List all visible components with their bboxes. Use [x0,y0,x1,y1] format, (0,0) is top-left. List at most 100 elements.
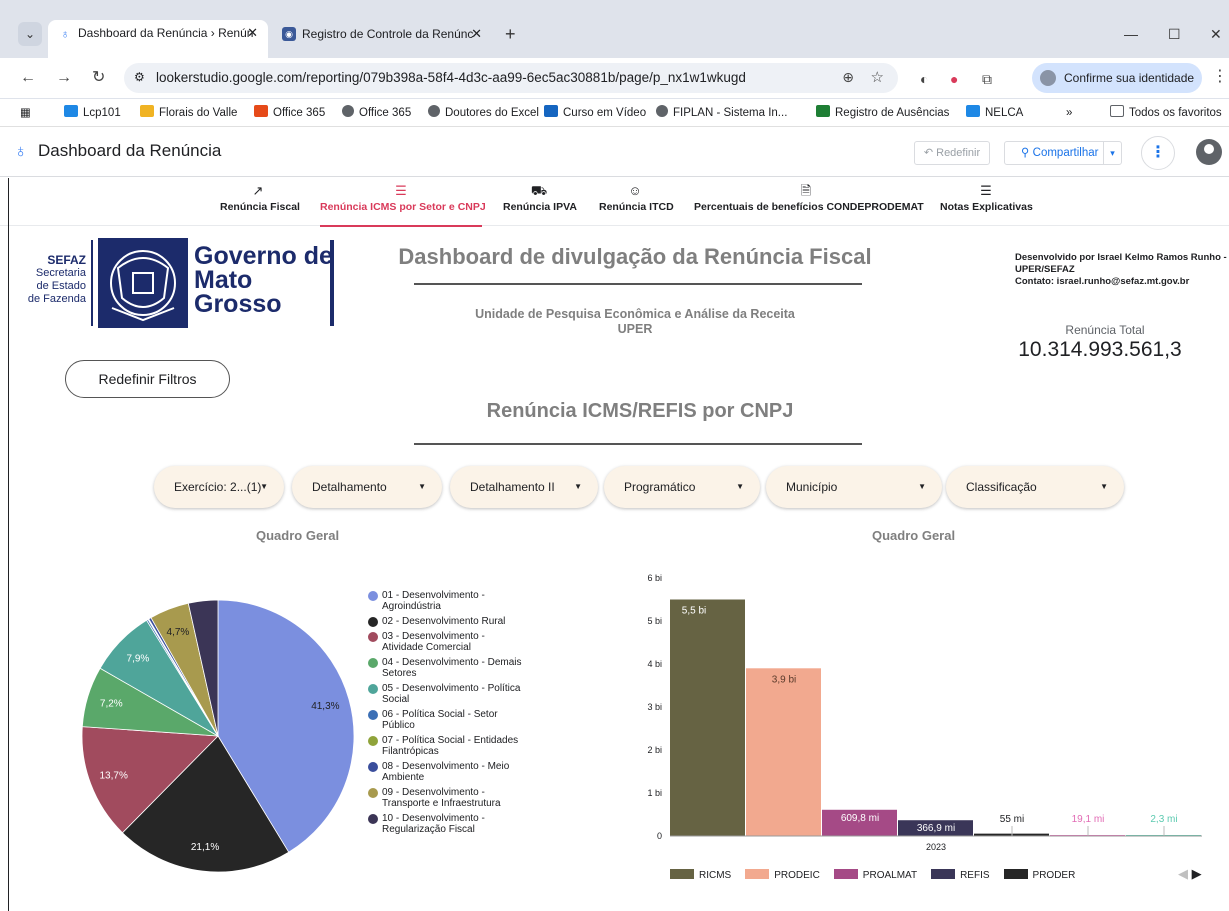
developer-info: Desenvolvido por Israel Kelmo Ramos Runh… [1015,252,1227,287]
bookmark-star-icon[interactable]: ☆ [871,68,884,86]
app-header: ♁ Dashboard da Renúncia ↶ Redefinir ⚲ Co… [0,127,1229,177]
legend-label: 05 - Desenvolvimento - Política Social [382,683,521,705]
legend-swatch-icon [670,869,694,879]
filter-municipio[interactable]: Município ▼ [766,466,942,508]
close-window-icon[interactable]: ✕ [1210,20,1222,48]
list-icon: ☰ [980,183,992,198]
bookmark-item[interactable]: NELCA [966,99,1023,127]
legend-item[interactable]: 10 - Desenvolvimento - Regularização Fis… [368,813,528,835]
legend-item[interactable]: 04 - Desenvolvimento - Demais Setores [368,657,528,679]
page-tab-renuncia-fiscal[interactable]: ↗ Renúncia Fiscal [220,183,300,213]
legend-prev-icon[interactable]: ◀ [1178,866,1188,881]
pie-chart: 41,3% 21,1% 13,7% 7,2% 7,9% 4,7% [81,599,355,873]
apps-icon[interactable]: ▦ [20,99,31,127]
bookmark-item[interactable]: Florais do Valle [140,99,237,127]
bookmark-item[interactable]: Doutores do Excel [428,99,539,127]
share-dropdown-icon[interactable]: ▾ [1103,142,1121,164]
close-tab-icon[interactable]: ✕ [247,20,258,46]
back-icon[interactable]: ← [20,66,36,90]
legend-item[interactable]: 09 - Desenvolvimento - Transporte e Infr… [368,787,528,809]
bookmark-item[interactable]: FIPLAN - Sistema In... [656,99,787,127]
browser-tab-label: Registro de Controle da Renúnc [302,27,474,41]
page-tab-ipva[interactable]: ⛟ Renúncia IPVA [503,183,577,213]
legend-item[interactable]: 03 - Desenvolvimento - Atividade Comerci… [368,631,528,653]
legend-dot-icon [368,632,378,642]
close-tab-icon[interactable]: ✕ [471,20,482,48]
filter-detalhamento[interactable]: Detalhamento ▼ [292,466,442,508]
forward-icon[interactable]: → [56,66,72,90]
looker-studio-logo-icon[interactable]: ♁ [14,141,28,162]
reset-button[interactable]: ↶ Redefinir [914,141,990,165]
bar-chart: 0 1 bi 2 bi 3 bi 4 bi 5 bi 6 bi 5,5 bi 3,9 bi 609… [647,573,1202,852]
legend-item[interactable]: 08 - Desenvolvimento - Meio Ambiente [368,761,528,783]
tab-search-button[interactable]: ⌄ [18,22,42,46]
legend-label: PRODER [1032,870,1076,881]
maximize-icon[interactable]: ☐ [1168,20,1181,48]
page-tab-notas[interactable]: ☰ Notas Explicativas [940,183,1033,213]
y-tick-label: 0 [657,831,662,841]
legend-item[interactable]: 07 - Política Social - Entidades Filantr… [368,735,528,757]
x-tick-label: 2023 [926,842,946,852]
extension-icon[interactable]: ● [950,71,958,87]
page-tab-icms-setor-cnpj[interactable]: ☰ Renúncia ICMS por Setor e CNPJ [320,183,486,227]
bar[interactable] [670,599,745,837]
bookmark-item[interactable]: Registro de Ausências [816,99,949,127]
filter-classificacao[interactable]: Classificação ▼ [946,466,1124,508]
y-tick-label: 2 bi [647,745,662,755]
reset-filters-button[interactable]: Redefinir Filtros [65,360,230,398]
share-button[interactable]: ⚲ Compartilhar ▾ [1004,141,1122,165]
government-logo-text: Governo de Mato Grosso [194,242,333,318]
more-options-icon[interactable]: ⋮ [1141,136,1175,170]
bar-data-label: 609,8 mi [841,813,879,824]
extension-icon[interactable]: ◐ [920,71,928,87]
browser-tab-dashboard[interactable]: ♁ Dashboard da Renúncia › Renún ✕ [48,20,268,58]
legend-item[interactable]: PROALMAT [833,869,918,881]
tab-strip: ⌄ ♁ Dashboard da Renúncia › Renún ✕ ◉ Re… [0,0,1229,58]
address-row: ← → ↻ ⚙ lookerstudio.google.com/reportin… [0,58,1229,98]
browser-menu-icon[interactable]: ⋮ [1212,66,1228,86]
filter-programatico[interactable]: Programático ▼ [604,466,760,508]
dropdown-icon: ▼ [574,482,582,491]
legend-item[interactable]: PRODEIC [745,869,820,881]
legend-item[interactable]: 01 - Desenvolvimento - Agroindústria [368,590,528,612]
section-rule [414,443,862,445]
page-tab-condeprodemat[interactable]: 🗎 Percentuais de benefícios CONDEPRODEMA… [694,183,924,213]
new-tab-icon[interactable]: + [505,20,516,48]
pie-slice-label: 41,3% [311,701,339,712]
more-bookmarks-icon[interactable]: » [1066,99,1072,127]
bookmark-item[interactable]: Lcp101 [64,99,121,127]
identity-button[interactable]: Confirme sua identidade [1032,63,1202,93]
legend-item[interactable]: RICMS [670,869,731,881]
total-renuncia-label: Renúncia Total [1065,323,1145,337]
bookmark-item[interactable]: Office 365 [342,99,411,127]
legend-label: PROALMAT [862,870,918,881]
bar[interactable] [746,668,821,836]
legend-item[interactable]: 05 - Desenvolvimento - Política Social [368,683,528,705]
extensions-puzzle-icon[interactable]: ⧉ [982,71,992,88]
filter-detalhamento-ii[interactable]: Detalhamento II ▼ [450,466,598,508]
legend-label: 08 - Desenvolvimento - Meio Ambiente [382,761,510,783]
minimize-icon[interactable]: — [1124,20,1138,48]
legend-item[interactable]: 06 - Política Social - Setor Público [368,709,528,731]
reload-icon[interactable]: ↻ [92,66,105,90]
coat-of-arms-icon [98,238,188,328]
legend-item[interactable]: REFIS [931,869,990,881]
bookmark-item[interactable]: Curso em Vídeo [544,99,646,127]
address-bar[interactable]: ⚙ lookerstudio.google.com/reporting/079b… [124,63,898,93]
browser-tab-registro[interactable]: ◉ Registro de Controle da Renúnc ✕ [272,20,492,48]
legend-next-icon[interactable]: ▶ [1192,866,1202,881]
filter-exercicio[interactable]: Exercício: 2...(1) ▼ [154,466,284,508]
legend-item[interactable]: 02 - Desenvolvimento Rural [368,616,528,627]
bookmark-icon [544,105,558,117]
bookmark-icon [966,105,980,117]
page-tab-itcd[interactable]: ☺ Renúncia ITCD [599,183,674,213]
zoom-icon[interactable]: ⊕ [842,69,854,86]
site-info-icon[interactable]: ⚙ [134,70,145,84]
legend-item[interactable]: PRODER [1003,869,1076,881]
account-avatar[interactable] [1196,139,1222,165]
legend-label: PRODEIC [774,870,820,881]
bar-data-label: 19,1 mi [1072,814,1105,825]
bookmark-item[interactable]: Office 365 [254,99,325,127]
dashboard-title: Dashboard de divulgação da Renúncia Fisc… [398,244,872,269]
bookmark-item[interactable]: Todos os favoritos [1110,99,1222,127]
